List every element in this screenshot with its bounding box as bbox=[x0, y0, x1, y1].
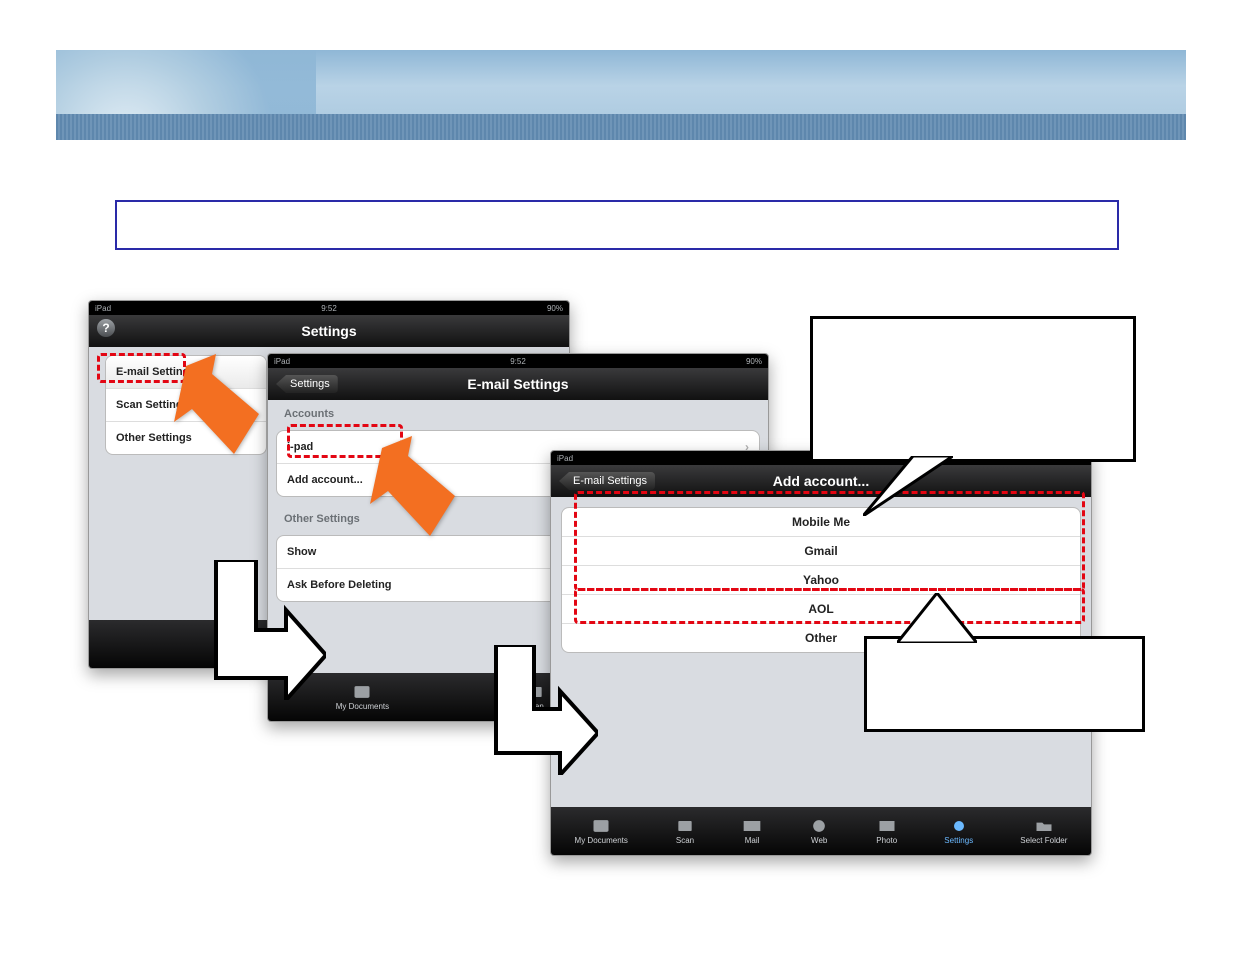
section-title-box bbox=[115, 200, 1119, 250]
cell-label: Add account... bbox=[287, 474, 363, 486]
globe-icon bbox=[809, 818, 829, 834]
nav-title: E-mail Settings bbox=[467, 376, 568, 392]
status-time: 9:52 bbox=[321, 304, 337, 313]
sidebar-label: E-mail Settings bbox=[116, 366, 195, 378]
scan-icon bbox=[675, 818, 695, 834]
nav-bar: Settings E-mail Settings bbox=[268, 368, 768, 400]
callout-other-provider bbox=[864, 636, 1145, 732]
cell-label: Gmail bbox=[804, 544, 837, 558]
tab-settings[interactable]: Settings bbox=[944, 818, 973, 845]
status-device: iPad bbox=[557, 454, 573, 463]
tab-bar: My Documents Scan Mail Web Photo Setting… bbox=[551, 807, 1091, 855]
scan-icon bbox=[525, 684, 545, 700]
cell-label: i-pad bbox=[287, 441, 313, 453]
back-button[interactable]: Settings bbox=[276, 375, 338, 393]
section-header-accounts: Accounts bbox=[268, 400, 768, 422]
nav-title: Add account... bbox=[773, 473, 869, 489]
status-device: iPad bbox=[95, 304, 111, 313]
status-bar: iPad 9:52 90% bbox=[89, 301, 569, 315]
cell-label: AOL bbox=[808, 602, 833, 616]
tab-label: My Documents bbox=[336, 702, 389, 711]
tab-scan[interactable]: Scan bbox=[675, 818, 695, 845]
nav-bar: ? Settings bbox=[89, 315, 569, 347]
callout-tail-icon bbox=[897, 593, 977, 643]
provider-gmail[interactable]: Gmail bbox=[562, 537, 1080, 566]
cell-label: Other bbox=[805, 631, 837, 645]
gear-icon bbox=[949, 818, 969, 834]
settings-sidebar: E-mail Settings Scan Settings Other Sett… bbox=[105, 355, 267, 455]
tab-label: Select Folder bbox=[1020, 836, 1067, 845]
sidebar-item-other-settings[interactable]: Other Settings bbox=[106, 422, 266, 454]
banner-globe-graphic bbox=[56, 50, 316, 118]
cell-label: Ask Before Deleting bbox=[287, 579, 392, 591]
tab-my-documents[interactable]: My Documents bbox=[336, 684, 389, 711]
status-time: 9:52 bbox=[510, 357, 526, 366]
status-device: iPad bbox=[274, 357, 290, 366]
provider-list: Mobile Me Gmail Yahoo AOL Other bbox=[561, 507, 1081, 653]
provider-yahoo[interactable]: Yahoo bbox=[562, 566, 1080, 595]
documents-icon bbox=[352, 684, 372, 700]
cell-label: Yahoo bbox=[803, 573, 839, 587]
nav-bar: E-mail Settings Add account... bbox=[551, 465, 1091, 497]
tab-label: Web bbox=[811, 836, 827, 845]
sidebar-item-scan-settings[interactable]: Scan Settings bbox=[106, 389, 266, 422]
tab-label: Photo bbox=[876, 836, 897, 845]
tab-label: My Documents bbox=[575, 836, 628, 845]
header-banner bbox=[56, 50, 1186, 140]
tab-label: Settings bbox=[944, 836, 973, 845]
photo-icon bbox=[877, 818, 897, 834]
status-battery: 90% bbox=[746, 357, 762, 366]
banner-pattern-strip bbox=[56, 114, 1186, 140]
tab-select-folder[interactable]: Select Folder bbox=[1020, 818, 1067, 845]
status-bar: iPad 9:52 90% bbox=[268, 354, 768, 368]
nav-title: Settings bbox=[301, 323, 356, 339]
sidebar-label: Other Settings bbox=[116, 432, 192, 444]
mail-icon bbox=[742, 818, 762, 834]
back-button[interactable]: E-mail Settings bbox=[559, 472, 655, 490]
tab-photo[interactable]: Photo bbox=[876, 818, 897, 845]
cell-label: Show bbox=[287, 546, 316, 558]
tab-web[interactable]: Web bbox=[809, 818, 829, 845]
tab-mail[interactable]: Mail bbox=[742, 818, 762, 845]
provider-aol[interactable]: AOL bbox=[562, 595, 1080, 624]
sidebar-item-email-settings[interactable]: E-mail Settings bbox=[106, 356, 266, 389]
tab-label: Scan bbox=[676, 836, 694, 845]
cell-label: Mobile Me bbox=[792, 515, 850, 529]
tab-my-documents[interactable]: My Documents bbox=[575, 818, 628, 845]
help-icon[interactable]: ? bbox=[97, 319, 115, 337]
provider-mobile-me[interactable]: Mobile Me bbox=[562, 508, 1080, 537]
tab-label: Scan bbox=[526, 702, 544, 711]
folder-icon bbox=[1034, 818, 1054, 834]
tab-label: Mail bbox=[745, 836, 760, 845]
tab-scan[interactable]: Scan bbox=[525, 684, 545, 711]
status-battery: 90% bbox=[547, 304, 563, 313]
sidebar-label: Scan Settings bbox=[116, 399, 189, 411]
callout-tail-icon bbox=[863, 456, 953, 516]
documents-icon bbox=[591, 818, 611, 834]
callout-known-providers bbox=[810, 316, 1136, 462]
